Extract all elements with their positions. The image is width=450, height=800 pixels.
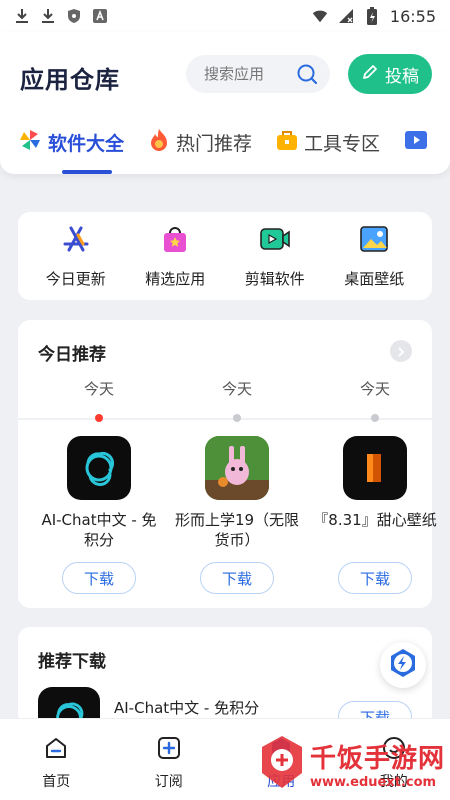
category-featured[interactable]: 精选应用 [130, 224, 220, 289]
nav-label: 首页 [42, 774, 71, 790]
day-label: 今天 [359, 380, 390, 398]
category-label: 精选应用 [145, 269, 206, 288]
tab-software[interactable]: 软件大全 [18, 124, 124, 160]
page-title: 应用仓库 [20, 66, 120, 94]
download-icon [40, 8, 56, 24]
watermark-brand: 千饭手游网 [310, 744, 446, 774]
category-editing[interactable]: 剪辑软件 [230, 224, 320, 289]
chevron-right-icon [396, 342, 406, 361]
day-label: 今天 [83, 380, 114, 398]
download-icon [14, 8, 30, 24]
pinwheel-icon [18, 128, 42, 157]
day-label: 今天 [221, 380, 252, 398]
search-box[interactable] [186, 55, 330, 93]
nav-label: 订阅 [154, 774, 183, 790]
category-shortcuts: 今日更新 精选应用 剪辑软件 桌面壁纸 [18, 212, 432, 300]
watermark-url: www.eduext.com [310, 775, 437, 790]
daily-item: 今天 形而上学19（无限货币） 下载 [168, 378, 306, 594]
app-name[interactable]: 形而上学19（无限货币） [172, 510, 302, 550]
tab-video[interactable] [404, 124, 428, 160]
tab-label: 工具专区 [304, 132, 381, 155]
subscribe-icon [156, 735, 182, 765]
section-title: 推荐下载 [38, 652, 106, 672]
toolbox-icon [276, 128, 298, 157]
tab-label: 热门推荐 [176, 132, 253, 155]
category-label: 今日更新 [45, 269, 106, 288]
timeline-dot [371, 414, 379, 422]
download-button[interactable]: 下载 [62, 562, 136, 594]
status-bar: 16:55 [0, 0, 450, 32]
timeline-dot [95, 414, 103, 422]
tab-label: 软件大全 [48, 132, 125, 155]
app-name[interactable]: AI-Chat中文 - 免积分 [114, 697, 259, 718]
shopping-bag-icon [160, 224, 190, 258]
tab-hot[interactable]: 热门推荐 [148, 124, 252, 160]
app-a-icon [92, 8, 108, 24]
lightning-shield-icon [387, 647, 419, 683]
submit-button[interactable]: 投稿 [348, 54, 432, 94]
app-icon[interactable] [67, 436, 131, 500]
signal-icon [338, 8, 354, 24]
image-icon [359, 224, 389, 258]
app-header: 应用仓库 投稿 软件大全 热门推荐 工具专区 [0, 32, 450, 174]
category-wallpaper[interactable]: 桌面壁纸 [329, 224, 419, 289]
section-title: 今日推荐 [38, 345, 106, 365]
wifi-icon [312, 8, 328, 24]
search-icon[interactable] [296, 63, 318, 89]
daily-item: 今天 『8.31』甜心壁纸 下载 [306, 378, 444, 594]
pencil-icon [361, 63, 379, 86]
download-button[interactable]: 下载 [338, 562, 412, 594]
video-camera-icon [259, 224, 291, 258]
category-tabs: 软件大全 热门推荐 工具专区 [0, 124, 450, 174]
app-icon[interactable] [343, 436, 407, 500]
daily-recommend-card: 今日推荐 今天 AI-Chat中文 - 免积分 下载 今天 形而上学19（无限货… [18, 320, 437, 608]
video-icon [404, 128, 428, 157]
more-button[interactable] [390, 340, 412, 362]
app-icon[interactable] [205, 436, 269, 500]
category-today-update[interactable]: 今日更新 [31, 224, 121, 289]
timeline-dot [233, 414, 241, 422]
clock: 16:55 [389, 6, 436, 26]
floating-boost-button[interactable] [380, 642, 426, 688]
app-store-icon [61, 224, 91, 258]
search-input[interactable] [204, 65, 294, 83]
app-name[interactable]: 『8.31』甜心壁纸 [310, 510, 440, 550]
category-label: 剪辑软件 [244, 269, 305, 288]
home-icon [43, 735, 69, 765]
watermark: 千饭手游网 www.eduext.com [258, 732, 448, 796]
battery-icon [364, 7, 380, 25]
watermark-logo-icon [258, 734, 306, 794]
tab-indicator [62, 170, 112, 174]
daily-item: 今天 AI-Chat中文 - 免积分 下载 [30, 378, 168, 594]
shield-icon [66, 8, 82, 24]
fire-icon [148, 128, 170, 157]
submit-label: 投稿 [385, 66, 419, 87]
nav-subscribe[interactable]: 订阅 [113, 719, 226, 800]
download-button[interactable]: 下载 [200, 562, 274, 594]
category-label: 桌面壁纸 [344, 269, 405, 288]
tab-tools[interactable]: 工具专区 [276, 124, 380, 160]
app-name[interactable]: AI-Chat中文 - 免积分 [34, 510, 164, 550]
nav-home[interactable]: 首页 [0, 719, 113, 800]
